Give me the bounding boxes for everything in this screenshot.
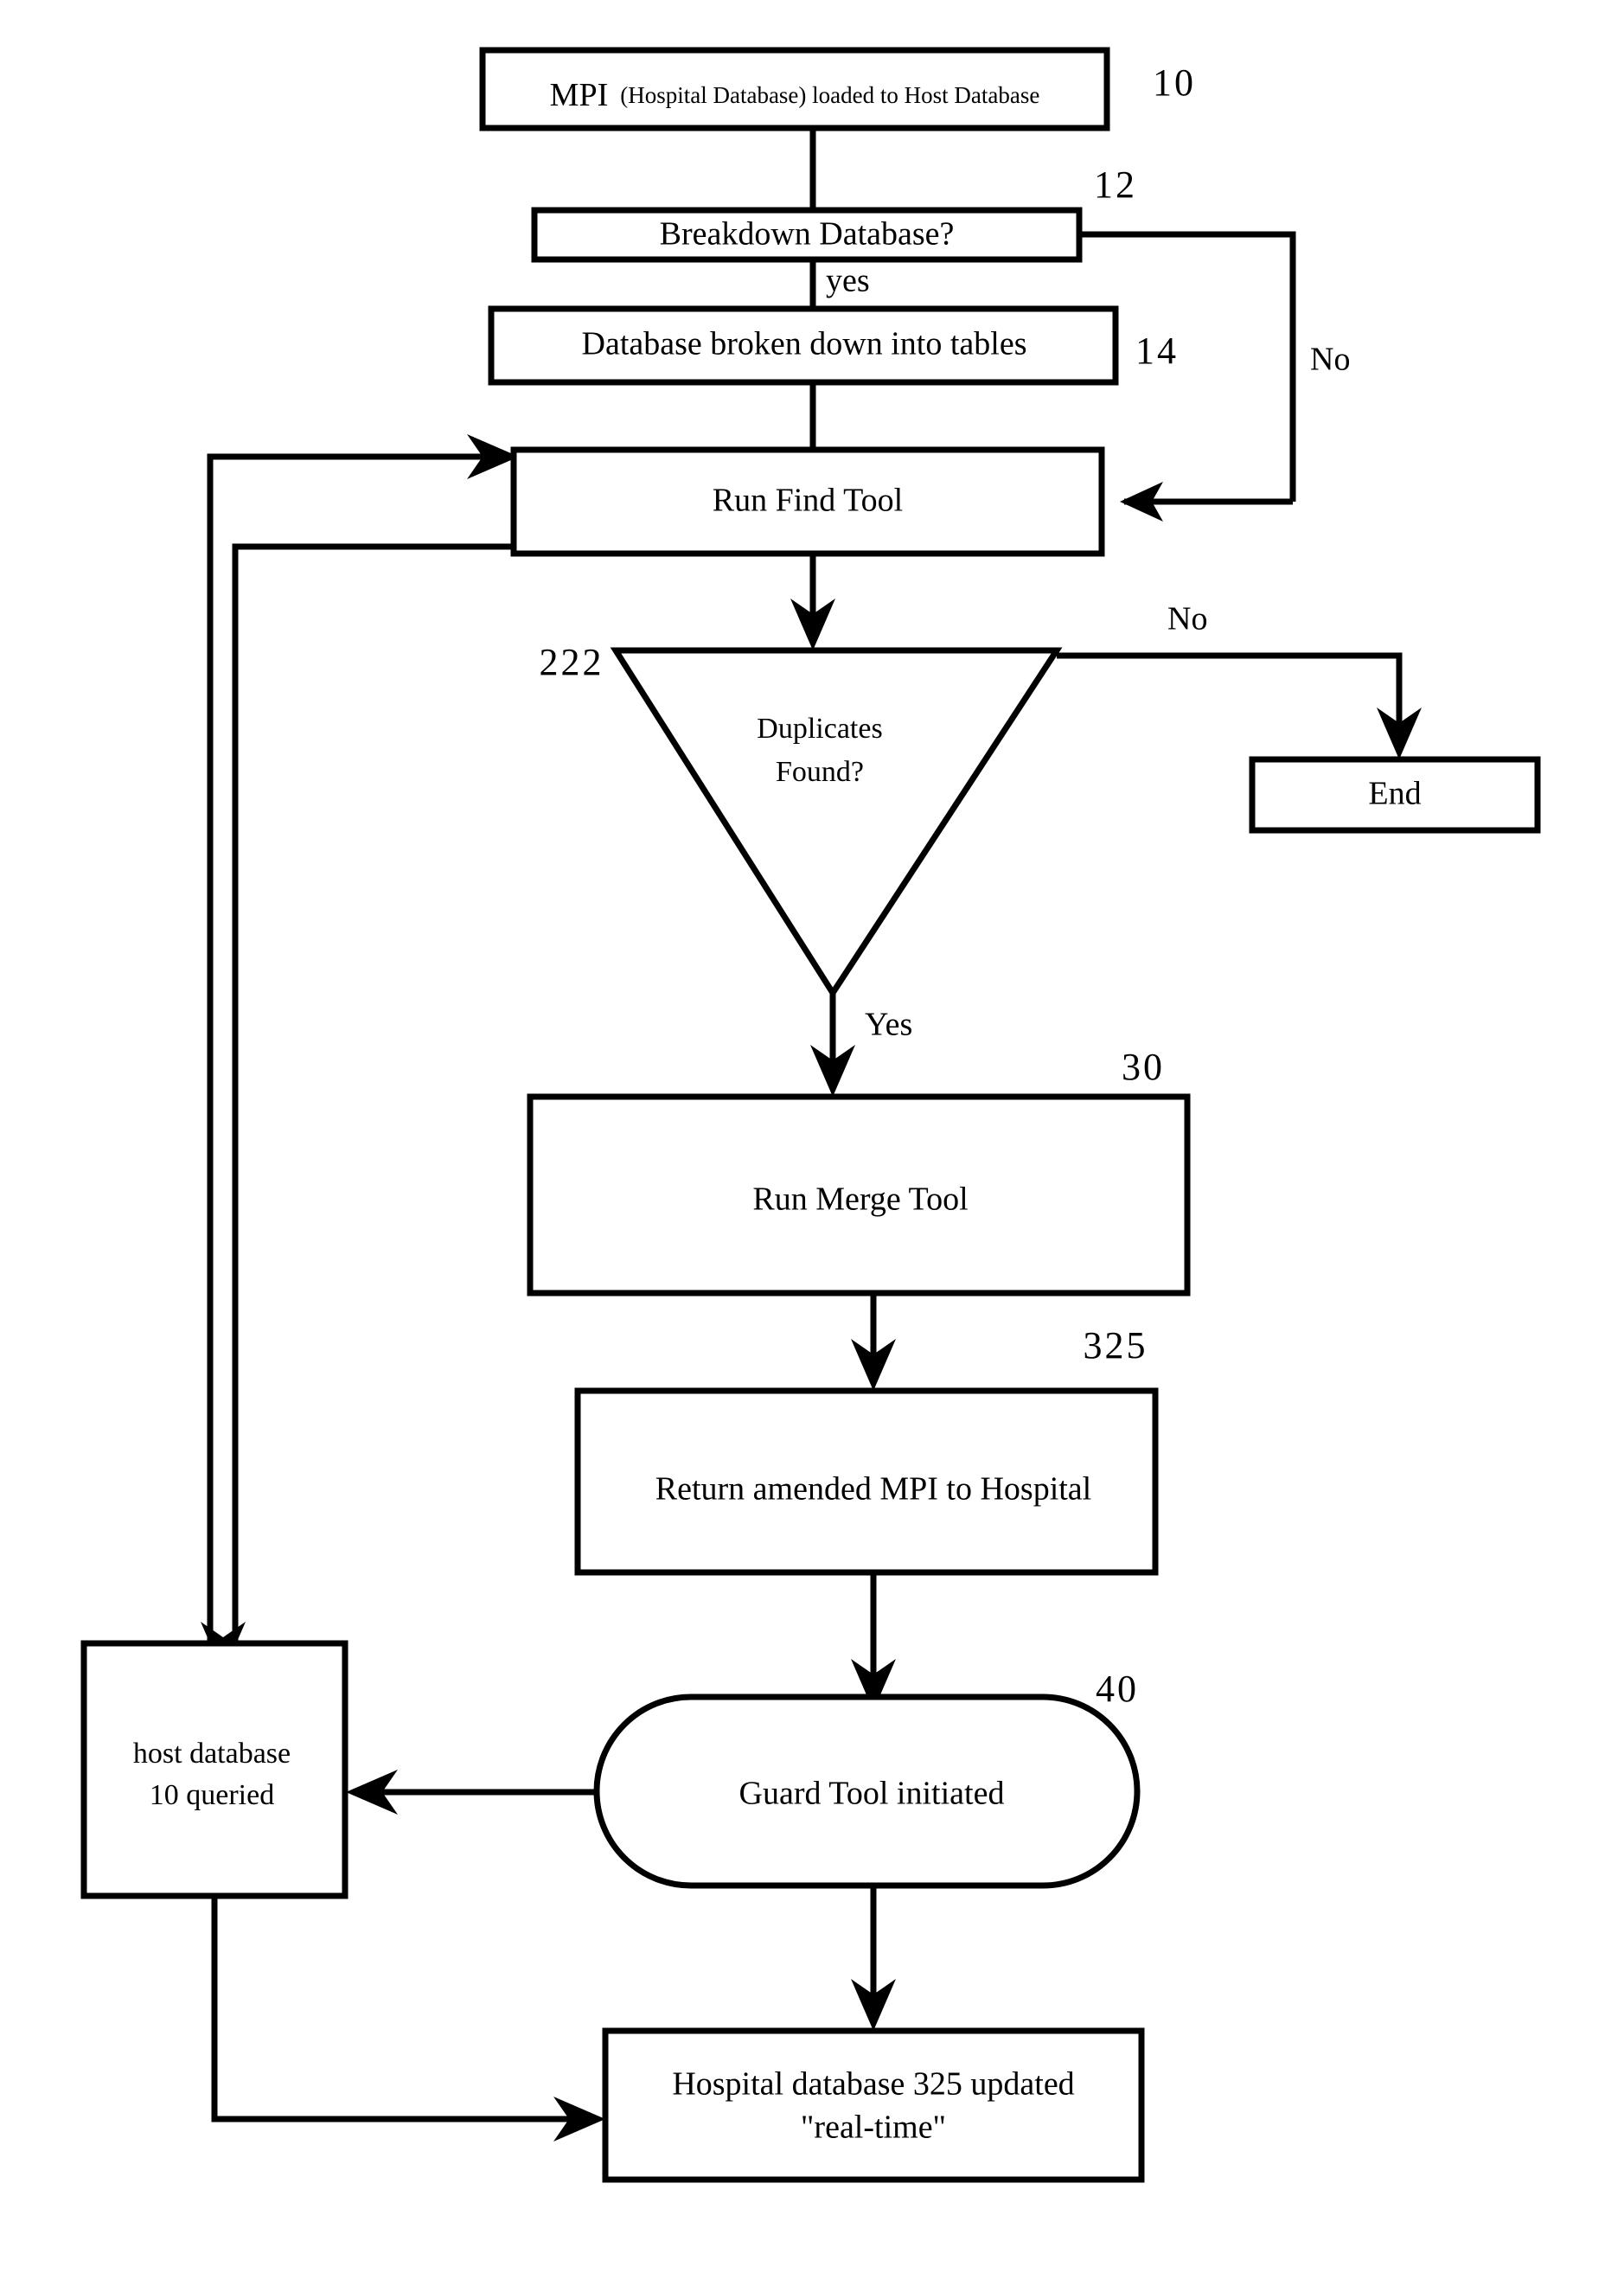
edge-feedback-inner (201, 543, 514, 1674)
ref-10: 10 (1153, 61, 1196, 104)
edge-label-breakdown-no: No (1310, 342, 1350, 378)
ref-222: 222 (540, 641, 604, 683)
ref-30: 30 (1122, 1046, 1165, 1088)
edge-label-duplicates-no: No (1167, 601, 1207, 637)
edge-find-to-duplicates (790, 554, 835, 650)
edge-merge-to-return (851, 1293, 896, 1391)
edge-guard-to-hostdb (346, 1770, 597, 1815)
ref-325: 325 (1084, 1324, 1148, 1367)
broken-tables-label: Database broken down into tables (582, 326, 1027, 362)
node-duplicates-found[interactable] (610, 647, 1063, 999)
node-load-mpi-label: MPI (Hospital Database) loaded to Host D… (550, 77, 1040, 113)
ref-12: 12 (1094, 163, 1137, 206)
run-merge-tool-label: Run Merge Tool (752, 1181, 968, 1218)
hospital-updated-label-line2: "real-time" (801, 2110, 946, 2146)
edge-label-breakdown-yes: yes (826, 263, 870, 299)
return-mpi-label: Return amended MPI to Hospital (655, 1471, 1091, 1508)
hospital-updated-label-line1: Hospital database 325 updated (672, 2066, 1074, 2103)
breakdown-database-label: Breakdown Database? (660, 216, 955, 253)
edge-return-to-guard (851, 1572, 896, 1711)
edge-duplicates-yes (810, 993, 855, 1097)
run-find-tool-label: Run Find Tool (713, 483, 903, 519)
ref-14: 14 (1135, 330, 1179, 372)
host-database-label-line2: 10 queried (150, 1779, 274, 1811)
end-label: End (1368, 776, 1421, 812)
node-hospital-updated[interactable] (602, 2027, 1145, 2183)
edge-label-duplicates-yes: Yes (865, 1007, 912, 1043)
flowchart-canvas: MPI (Hospital Database) loaded to Host D… (80, 47, 1541, 2183)
edge-feedback-outer (207, 434, 519, 1643)
node-host-database[interactable] (80, 1640, 348, 1899)
edge-duplicates-no (1057, 652, 1422, 759)
svg-text:MPI (Hospital Database: MPI (Hospital Database) loaded to Host D… (550, 77, 1040, 113)
duplicates-label-line1: Duplicates (757, 713, 882, 745)
flowchart-page: MPI (Hospital Database) loaded to Host D… (0, 0, 1624, 2273)
guard-tool-label: Guard Tool initiated (739, 1776, 1005, 1812)
ref-40: 40 (1096, 1668, 1139, 1710)
edge-guard-to-hospital (851, 1886, 896, 2031)
load-mpi-small-text: (Hospital Database) loaded to Host Datab… (620, 82, 1039, 108)
duplicates-label-line2: Found? (776, 756, 864, 788)
host-database-label-line1: host database (133, 1738, 291, 1770)
edge-hostdb-to-hospital (211, 1896, 605, 2142)
load-mpi-main-text: MPI (550, 77, 609, 113)
